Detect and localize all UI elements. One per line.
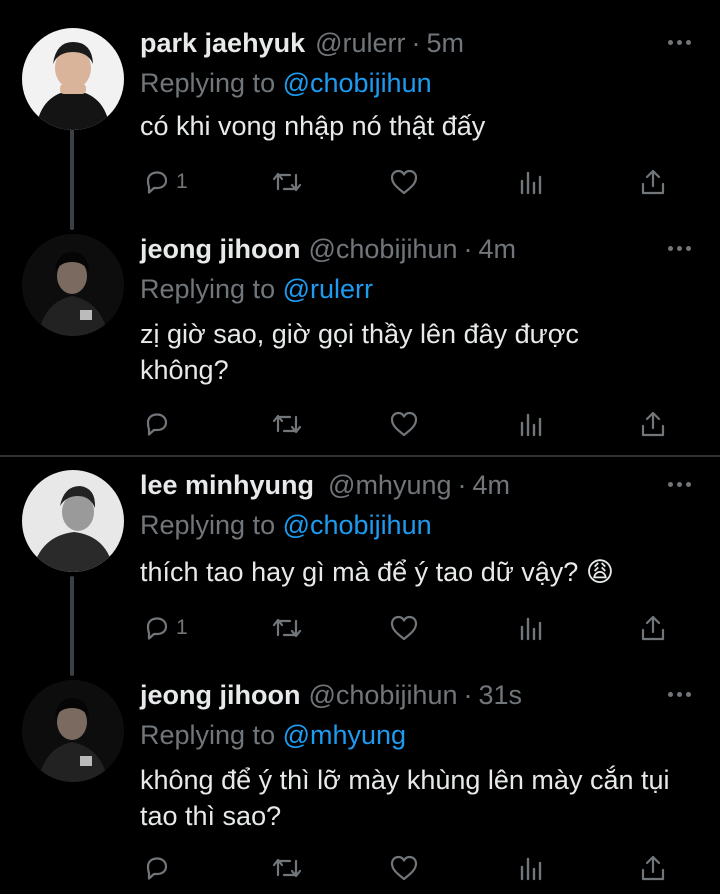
tweet-text: không để ý thì lỡ mày khùng lên mày cắn … [140, 765, 670, 831]
like-button[interactable] [388, 406, 420, 442]
display-name[interactable]: lee minhyung [140, 470, 314, 501]
reply-icon [146, 857, 168, 880]
tweet-header: lee minhyung @mhyung · 4m [140, 470, 510, 510]
views-button[interactable] [516, 406, 546, 442]
tweet-header: jeong jihoon @chobijihun · 31s [140, 680, 522, 720]
retweet-button[interactable] [270, 406, 304, 442]
separator-dot: · [457, 470, 467, 500]
mention-link[interactable]: @chobijihun [283, 68, 432, 98]
replying-to-label: Replying to [140, 510, 276, 540]
reply-button[interactable] [142, 406, 176, 442]
timestamp[interactable]: 5m [427, 28, 465, 59]
retweet-icon [272, 858, 302, 878]
timestamp[interactable]: 31s [479, 680, 523, 711]
share-button[interactable] [638, 850, 668, 886]
like-button[interactable] [388, 610, 420, 646]
views-icon [520, 171, 542, 195]
avatar[interactable] [22, 470, 124, 572]
user-handle[interactable]: @chobijihun [308, 680, 457, 711]
reply-button[interactable]: 1 [142, 610, 188, 646]
avatar[interactable] [22, 28, 124, 130]
conversation-divider [0, 455, 720, 457]
views-button[interactable] [516, 610, 546, 646]
reply-icon [146, 617, 168, 640]
tweet[interactable]: jeong jihoon @chobijihun · 31s Replying … [0, 680, 720, 890]
tweet-header: jeong jihoon @chobijihun · 4m [140, 234, 516, 274]
tweet-text: zị giờ sao, giờ gọi thầy lên đây được kh… [140, 319, 579, 385]
like-button[interactable] [388, 850, 420, 886]
retweet-button[interactable] [270, 164, 304, 200]
timestamp[interactable]: 4m [479, 234, 517, 265]
replying-to: Replying to @rulerr [140, 274, 373, 305]
separator-dot: · [463, 680, 473, 710]
like-icon [390, 411, 418, 437]
user-handle[interactable]: @chobijihun [308, 234, 457, 265]
replying-to-label: Replying to [140, 720, 276, 750]
share-icon [641, 615, 665, 641]
share-button[interactable] [638, 406, 668, 442]
more-icon[interactable] [664, 32, 694, 52]
more-icon[interactable] [664, 684, 694, 704]
like-button[interactable] [388, 164, 420, 200]
views-button[interactable] [516, 850, 546, 886]
action-bar [140, 850, 680, 886]
replying-to-label: Replying to [140, 274, 276, 304]
display-name[interactable]: park jaehyuk [140, 28, 305, 59]
retweet-button[interactable] [270, 850, 304, 886]
tweet[interactable]: park jaehyuk @rulerr · 5m Replying to @c… [0, 28, 720, 218]
action-bar: 1 [140, 164, 680, 200]
reply-icon [146, 413, 168, 436]
user-handle[interactable]: @mhyung [328, 470, 451, 501]
mention-link[interactable]: @chobijihun [283, 510, 432, 540]
views-icon [520, 413, 542, 437]
separator-dot: · [411, 28, 421, 58]
tweet-text: có khi vong nhập nó thật đấy [140, 111, 486, 141]
like-icon [390, 169, 418, 195]
reply-icon [146, 171, 168, 194]
replying-to: Replying to @chobijihun [140, 68, 432, 99]
user-handle[interactable]: @rulerr [315, 28, 405, 59]
avatar[interactable] [22, 680, 124, 782]
tweet[interactable]: lee minhyung @mhyung · 4m Replying to @c… [0, 470, 720, 660]
like-icon [390, 855, 418, 881]
reply-count: 1 [176, 170, 188, 193]
tweet[interactable]: jeong jihoon @chobijihun · 4m Replying t… [0, 234, 720, 444]
retweet-icon [272, 414, 302, 434]
reply-count: 1 [176, 616, 188, 639]
reply-button[interactable] [142, 850, 176, 886]
views-icon [520, 617, 542, 641]
retweet-icon [272, 172, 302, 192]
reply-button[interactable]: 1 [142, 164, 188, 200]
share-icon [641, 411, 665, 437]
action-bar: 1 [140, 610, 680, 646]
replying-to-label: Replying to [140, 68, 276, 98]
share-icon [641, 855, 665, 881]
timestamp[interactable]: 4m [473, 470, 511, 501]
tweet-text: thích tao hay gì mà để ý tao dữ vậy? 😩 [140, 557, 614, 587]
separator-dot: · [463, 234, 473, 264]
more-icon[interactable] [664, 238, 694, 258]
display-name[interactable]: jeong jihoon [140, 680, 300, 711]
retweet-button[interactable] [270, 610, 304, 646]
retweet-icon [272, 618, 302, 638]
mention-link[interactable]: @rulerr [283, 274, 373, 304]
views-icon [520, 857, 542, 881]
tweet-header: park jaehyuk @rulerr · 5m [140, 28, 464, 68]
views-button[interactable] [516, 164, 546, 200]
replying-to: Replying to @mhyung [140, 720, 406, 751]
more-icon[interactable] [664, 474, 694, 494]
share-button[interactable] [638, 164, 668, 200]
display-name[interactable]: jeong jihoon [140, 234, 300, 265]
like-icon [390, 615, 418, 641]
replying-to: Replying to @chobijihun [140, 510, 432, 541]
mention-link[interactable]: @mhyung [283, 720, 406, 750]
share-button[interactable] [638, 610, 668, 646]
avatar[interactable] [22, 234, 124, 336]
action-bar [140, 406, 680, 442]
share-icon [641, 169, 665, 195]
